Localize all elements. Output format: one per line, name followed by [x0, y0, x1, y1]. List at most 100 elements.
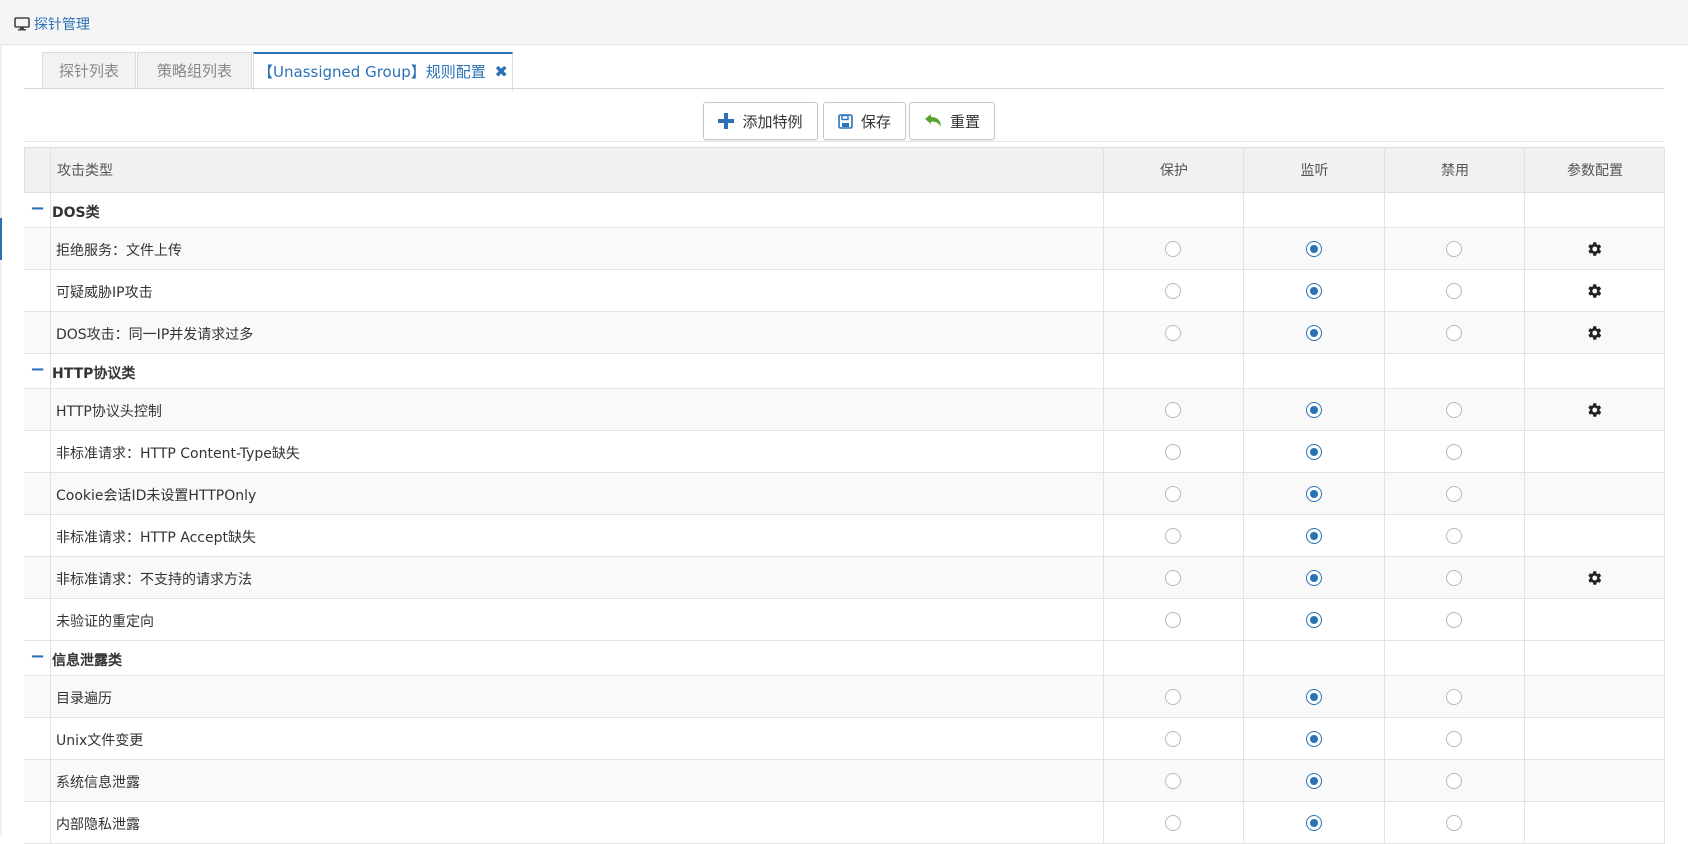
save-button[interactable]: 保存 [823, 102, 906, 140]
column-divider [1243, 147, 1244, 844]
header-param-config: 参数配置 [1567, 163, 1623, 179]
table-row: 内部隐私泄露 [24, 802, 1665, 844]
collapse-icon[interactable]: − [30, 359, 45, 380]
gear-icon[interactable] [1585, 401, 1603, 419]
protect-radio[interactable] [1165, 731, 1181, 747]
table-row: Cookie会话ID未设置HTTPOnly [24, 473, 1665, 515]
disable-radio[interactable] [1446, 241, 1462, 257]
disable-radio[interactable] [1446, 444, 1462, 460]
rule-name: 可疑威胁IP攻击 [56, 285, 153, 301]
disable-radio[interactable] [1446, 528, 1462, 544]
monitor-radio[interactable] [1305, 570, 1322, 586]
left-active-marker [0, 218, 2, 260]
breadcrumb[interactable]: 探针管理 [14, 14, 90, 34]
plus-icon [718, 113, 735, 129]
gear-icon[interactable] [1585, 240, 1603, 258]
add-exception-button[interactable]: 添加特例 [703, 102, 818, 140]
table-row: 可疑威胁IP攻击 [24, 270, 1665, 312]
gear-icon[interactable] [1585, 282, 1603, 300]
monitor-radio[interactable] [1305, 444, 1322, 460]
protect-radio[interactable] [1165, 325, 1181, 341]
table-row: 系统信息泄露 [24, 760, 1665, 802]
disable-radio[interactable] [1446, 731, 1462, 747]
monitor-radio[interactable] [1305, 283, 1322, 299]
save-icon [838, 113, 853, 129]
table-row: 拒绝服务：文件上传 [24, 228, 1665, 270]
column-divider [1103, 147, 1104, 844]
monitor-radio[interactable] [1305, 402, 1322, 418]
protect-radio[interactable] [1165, 241, 1181, 257]
protect-radio[interactable] [1165, 815, 1181, 831]
header-monitor: 监听 [1300, 163, 1329, 179]
rule-name: Unix文件变更 [56, 733, 144, 749]
monitor-radio[interactable] [1305, 612, 1322, 628]
protect-radio[interactable] [1165, 689, 1181, 705]
table-row: 非标准请求：不支持的请求方法 [24, 557, 1665, 599]
monitor-radio[interactable] [1305, 241, 1322, 257]
protect-radio[interactable] [1165, 444, 1181, 460]
disable-radio[interactable] [1446, 689, 1462, 705]
tab-label: 策略组列表 [156, 62, 232, 80]
table-row: 非标准请求：HTTP Content-Type缺失 [24, 431, 1665, 473]
monitor-radio[interactable] [1305, 689, 1322, 705]
column-divider [1384, 147, 1385, 844]
protect-radio[interactable] [1165, 570, 1181, 586]
monitor-icon [14, 17, 30, 31]
rule-name: 未验证的重定向 [56, 614, 154, 630]
monitor-radio[interactable] [1305, 731, 1322, 747]
disable-radio[interactable] [1446, 570, 1462, 586]
group-row[interactable]: − 信息泄露类 [24, 641, 1665, 676]
monitor-radio[interactable] [1305, 773, 1322, 789]
disable-radio[interactable] [1446, 283, 1462, 299]
close-icon[interactable]: ✖ [495, 62, 508, 81]
gear-icon[interactable] [1585, 324, 1603, 342]
protect-radio[interactable] [1165, 283, 1181, 299]
protect-radio[interactable] [1165, 612, 1181, 628]
rule-name: 拒绝服务：文件上传 [56, 243, 182, 259]
monitor-radio[interactable] [1305, 528, 1322, 544]
rule-name: 非标准请求：HTTP Content-Type缺失 [56, 446, 300, 462]
protect-radio[interactable] [1165, 402, 1181, 418]
rule-name: Cookie会话ID未设置HTTPOnly [56, 488, 257, 504]
rule-name: 系统信息泄露 [56, 775, 140, 791]
rule-name: 内部隐私泄露 [56, 817, 140, 833]
monitor-radio[interactable] [1305, 486, 1322, 502]
header-attack-type: 攻击类型 [57, 163, 113, 179]
add-exception-label: 添加特例 [742, 112, 803, 131]
undo-icon [924, 113, 942, 129]
monitor-radio[interactable] [1305, 815, 1322, 831]
rule-name: DOS攻击：同一IP并发请求过多 [56, 327, 254, 343]
disable-radio[interactable] [1446, 612, 1462, 628]
table-row: 未验证的重定向 [24, 599, 1665, 641]
collapse-icon[interactable]: − [30, 198, 45, 219]
collapse-icon[interactable]: − [30, 646, 45, 667]
group-name: DOS类 [52, 205, 100, 221]
disable-radio[interactable] [1446, 402, 1462, 418]
tab-underline [24, 88, 1664, 89]
tab-rule-config[interactable]: 【Unassigned Group】规则配置 ✖ [253, 52, 513, 91]
table-row: HTTP协议头控制 [24, 389, 1665, 431]
group-row[interactable]: − HTTP协议类 [24, 354, 1665, 389]
tab-probe-list[interactable]: 探针列表 [42, 52, 136, 89]
monitor-radio[interactable] [1305, 325, 1322, 341]
group-name: 信息泄露类 [52, 653, 122, 669]
protect-radio[interactable] [1165, 773, 1181, 789]
column-divider [1664, 147, 1665, 844]
group-row[interactable]: − DOS类 [24, 193, 1665, 228]
toolbar-separator [24, 141, 1664, 142]
group-name: HTTP协议类 [52, 366, 136, 382]
tab-policy-group-list[interactable]: 策略组列表 [137, 52, 252, 89]
protect-radio[interactable] [1165, 528, 1181, 544]
breadcrumb-label[interactable]: 探针管理 [34, 14, 90, 34]
disable-radio[interactable] [1446, 486, 1462, 502]
top-bar: 探针管理 [0, 0, 1688, 45]
disable-radio[interactable] [1446, 773, 1462, 789]
protect-radio[interactable] [1165, 486, 1181, 502]
reset-button[interactable]: 重置 [909, 102, 995, 140]
disable-radio[interactable] [1446, 325, 1462, 341]
rule-name: 非标准请求：不支持的请求方法 [56, 572, 252, 588]
gear-icon[interactable] [1585, 569, 1603, 587]
disable-radio[interactable] [1446, 815, 1462, 831]
left-strip [0, 44, 2, 836]
rule-name: HTTP协议头控制 [56, 404, 162, 420]
